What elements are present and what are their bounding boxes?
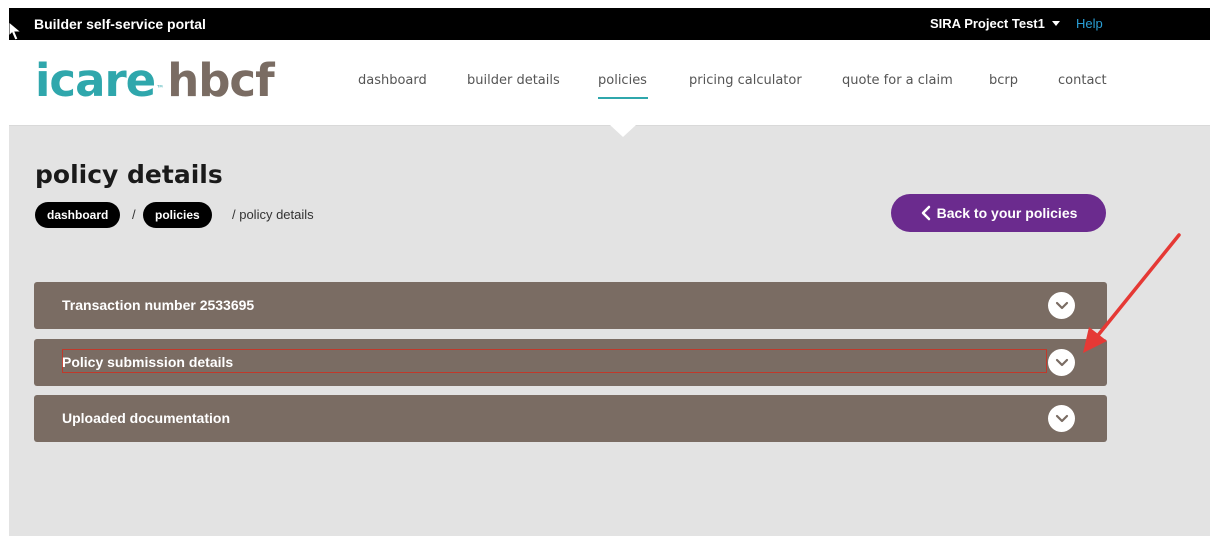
icare-hbcf-logo[interactable]: icare™hbcf bbox=[35, 54, 275, 107]
breadcrumb-separator: / bbox=[132, 207, 136, 222]
nav-builder-details[interactable]: builder details bbox=[467, 73, 560, 88]
logo-hbcf: hbcf bbox=[167, 54, 275, 107]
top-bar: Builder self-service portal SIRA Project… bbox=[9, 8, 1210, 40]
accordion-title: Transaction number 2533695 bbox=[62, 297, 255, 313]
active-nav-indicator bbox=[598, 97, 648, 99]
nav-quote-for-a-claim[interactable]: quote for a claim bbox=[842, 73, 953, 88]
mouse-cursor-icon bbox=[9, 22, 23, 40]
site-header: icare™hbcf dashboard builder details pol… bbox=[9, 40, 1210, 126]
breadcrumb-current: / policy details bbox=[232, 207, 314, 222]
help-link[interactable]: Help bbox=[1076, 16, 1103, 31]
active-nav-pointer bbox=[610, 125, 636, 137]
nav-pricing-calculator[interactable]: pricing calculator bbox=[689, 73, 802, 88]
main-content: policy details dashboard / policies / po… bbox=[9, 126, 1210, 536]
accordion-policy-submission-details[interactable]: Policy submission details bbox=[34, 339, 1107, 386]
chevron-left-icon bbox=[921, 205, 930, 221]
caret-down-icon[interactable] bbox=[1052, 21, 1060, 26]
nav-contact[interactable]: contact bbox=[1058, 73, 1107, 88]
nav-policies[interactable]: policies bbox=[598, 73, 647, 88]
accordion-title: Policy submission details bbox=[62, 354, 234, 370]
chevron-down-icon[interactable] bbox=[1048, 405, 1075, 432]
browser-viewport: Builder self-service portal SIRA Project… bbox=[9, 8, 1210, 536]
breadcrumb-policies[interactable]: policies bbox=[143, 202, 212, 228]
nav-bcrp[interactable]: bcrp bbox=[989, 73, 1018, 88]
nav-dashboard[interactable]: dashboard bbox=[358, 73, 427, 88]
back-button-label: Back to your policies bbox=[936, 205, 1078, 221]
accordion-title: Uploaded documentation bbox=[62, 410, 230, 426]
portal-title: Builder self-service portal bbox=[34, 16, 206, 32]
back-to-policies-button[interactable]: Back to your policies bbox=[891, 194, 1106, 232]
accordion-uploaded-documentation[interactable]: Uploaded documentation bbox=[34, 395, 1107, 442]
annotation-arrow-icon bbox=[1083, 233, 1181, 353]
accordion-transaction-number[interactable]: Transaction number 2533695 bbox=[34, 282, 1107, 329]
page-title: policy details bbox=[35, 160, 223, 189]
user-menu[interactable]: SIRA Project Test1 bbox=[930, 16, 1045, 31]
breadcrumb-dashboard[interactable]: dashboard bbox=[35, 202, 121, 228]
logo-icare: icare bbox=[35, 54, 156, 107]
logo-tm: ™ bbox=[156, 84, 164, 93]
